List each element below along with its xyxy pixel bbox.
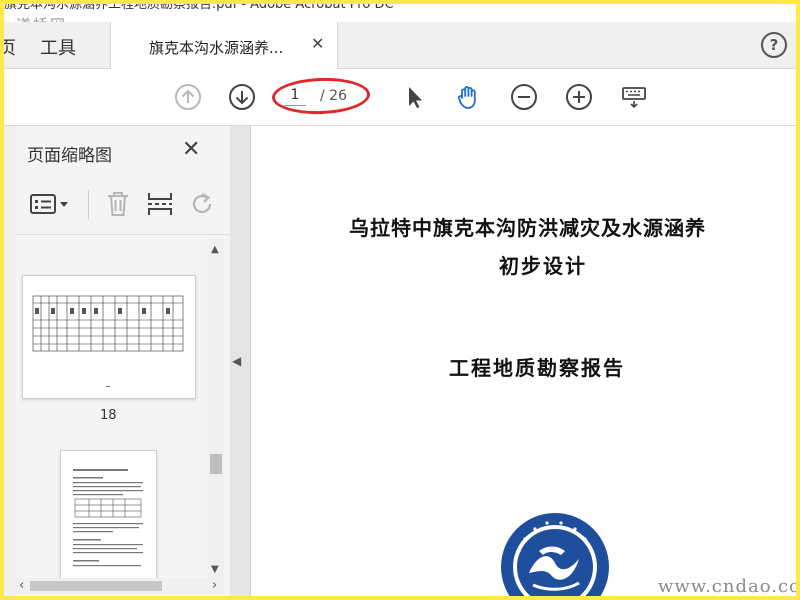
hand-tool-icon[interactable]: [454, 83, 482, 111]
document-title-line3: 工程地质勘察报告: [449, 356, 625, 380]
scroll-left-icon[interactable]: ‹: [19, 578, 24, 593]
highlight-annotation: [271, 76, 371, 116]
thumbnail-vertical-scrollbar[interactable]: ▲ ▼: [208, 238, 224, 578]
panel-divider: [16, 234, 230, 235]
tab-home[interactable]: 页: [4, 34, 16, 60]
panel-toolbar: [16, 180, 230, 230]
thumbnail-table-preview: [32, 295, 184, 387]
keyboard-icon[interactable]: [620, 83, 648, 111]
scrollbar-thumb[interactable]: [210, 454, 222, 474]
scroll-right-icon[interactable]: ›: [212, 578, 217, 593]
scroll-down-icon[interactable]: ▼: [211, 564, 219, 575]
tab-document[interactable]: 旗克本沟水源涵养... ✕: [110, 22, 338, 69]
rotate-page-icon[interactable]: [188, 190, 216, 218]
tab-close-icon[interactable]: ✕: [311, 34, 324, 53]
panel-title: 页面缩略图: [27, 146, 112, 166]
thumbnail-options-icon[interactable]: [30, 192, 74, 216]
extract-pages-icon[interactable]: [146, 190, 174, 218]
select-arrow-icon[interactable]: [400, 83, 428, 111]
scroll-up-icon[interactable]: ▲: [211, 244, 219, 255]
document-view: 乌拉特中旗克本沟防洪减灾及水源涵养 初步设计 工程地质勘察报告 1953: [230, 126, 796, 596]
bottom-watermark: www.cndao.com: [658, 576, 796, 596]
delete-page-icon[interactable]: [105, 190, 131, 218]
window-title: 旗克本沟水源涵养工程地质勘察报告.pdf - Adobe Acrobat Pro…: [4, 4, 796, 14]
tab-bar: 页 工具 旗克本沟水源涵养... ✕ ?: [4, 22, 796, 69]
page-thumbnail[interactable]: [60, 450, 157, 578]
help-icon[interactable]: ?: [761, 32, 787, 58]
page-thumbnail[interactable]: [22, 275, 196, 399]
thumbnail-horizontal-scrollbar[interactable]: ‹ ›: [16, 578, 224, 594]
tab-document-label: 旗克本沟水源涵养...: [149, 39, 284, 57]
app-window: 旗克本沟水源涵养工程地质勘察报告.pdf - Adobe Acrobat Pro…: [4, 4, 796, 596]
page-down-icon[interactable]: [228, 83, 256, 111]
zoom-in-icon[interactable]: [565, 83, 593, 111]
pdf-page: 乌拉特中旗克本沟防洪减灾及水源涵养 初步设计 工程地质勘察报告 1953: [250, 126, 796, 596]
scrollbar-thumb[interactable]: [30, 581, 162, 591]
page-up-icon[interactable]: [174, 83, 202, 111]
panel-close-icon[interactable]: ✕: [182, 137, 200, 162]
page-thumbnails-panel: 页面缩略图 ✕ 18 ▲ ▼ ‹ ›: [16, 126, 231, 596]
document-title-line2: 初步设计: [499, 254, 587, 278]
collapse-panel-icon[interactable]: ◀: [232, 354, 241, 368]
main-toolbar: 1 / 26: [4, 69, 796, 126]
institute-logo: 1953: [501, 513, 609, 596]
thumbnail-list: 18: [16, 238, 208, 578]
tab-tools[interactable]: 工具: [40, 34, 76, 60]
toolbar-separator: [88, 190, 89, 220]
thumbnail-page-number: 18: [100, 408, 117, 423]
thumbnail-text-preview: [73, 469, 143, 567]
zoom-out-icon[interactable]: [510, 83, 538, 111]
document-title-line1: 乌拉特中旗克本沟防洪减灾及水源涵养: [349, 216, 706, 240]
